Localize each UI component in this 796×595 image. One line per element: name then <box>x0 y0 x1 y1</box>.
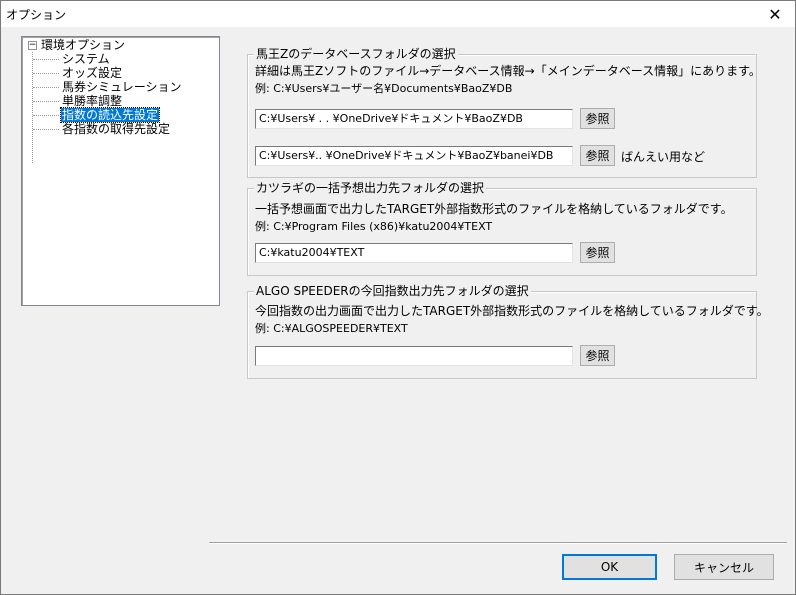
ok-button[interactable]: OK <box>562 554 657 580</box>
algo-browse-button[interactable]: 参照 <box>580 345 615 366</box>
tree-item-label: システム <box>62 52 110 66</box>
tree-item-label: オッズ設定 <box>62 66 123 80</box>
algo-path-field[interactable] <box>255 346 573 366</box>
algo-group-title: ALGO SPEEDERの今回指数出力先フォルダの選択 <box>254 284 531 298</box>
title-bar: オプション ✕ <box>1 1 795 27</box>
tree-item-label: 単勝率調整 <box>62 94 123 108</box>
window-title: オプション <box>6 8 67 22</box>
algo-description: 今回指数の出力画面で出力したTARGET外部指数形式のファイルを格納しているフォ… <box>255 304 769 318</box>
tree-item-simulation[interactable]: 馬券シミュレーション <box>33 80 183 94</box>
tree-item-label: 馬券シミュレーション <box>62 80 182 94</box>
katu-browse-button[interactable]: 参照 <box>580 242 615 263</box>
tree-root[interactable]: − 環境オプション <box>28 38 125 52</box>
baoz-banei-note: ばんえい用など <box>621 150 706 164</box>
algo-example: 例: C:¥ALGOSPEEDER¥TEXT <box>255 322 408 335</box>
tree-item-system[interactable]: システム <box>33 52 111 66</box>
katu-example: 例: C:¥Program Files (x86)¥katu2004¥TEXT <box>255 220 493 233</box>
footer-divider <box>209 542 787 544</box>
baoz-banei-path-field[interactable]: C:¥Users¥.. ¥OneDrive¥ドキュメント¥BaoZ¥banei¥… <box>255 146 573 166</box>
collapse-icon[interactable]: − <box>28 40 37 50</box>
baoz-description: 詳細は馬王Zソフトのファイル→データベース情報→「メインデータベース情報」にあり… <box>255 64 761 78</box>
tree-item-label: 各指数の取得先設定 <box>62 122 171 136</box>
options-dialog: オプション ✕ − 環境オプション システム オッズ設定 馬券シミュレーション … <box>0 0 796 595</box>
tree-item-odds[interactable]: オッズ設定 <box>33 66 123 80</box>
cancel-button[interactable]: キャンセル <box>674 554 774 580</box>
baoz-db-path-field[interactable]: C:¥Users¥ . . ¥OneDrive¥ドキュメント¥BaoZ¥DB <box>255 109 573 129</box>
baoz-browse-button[interactable]: 参照 <box>580 108 615 129</box>
baoz-example: 例: C:¥Users¥ユーザー名¥Documents¥BaoZ¥DB <box>255 82 513 95</box>
katu-path-field[interactable]: C:¥katu2004¥TEXT <box>255 243 573 263</box>
katu-group-title: カツラギの一括予想出力先フォルダの選択 <box>254 181 487 195</box>
tree-item-win-rate[interactable]: 単勝率調整 <box>33 94 123 108</box>
baoz-banei-browse-button[interactable]: 参照 <box>580 145 615 166</box>
tree-root-label: 環境オプション <box>41 38 126 52</box>
tree-item-label: 指数の読込先設定 <box>59 107 161 123</box>
baoz-group-title: 馬王Zのデータベースフォルダの選択 <box>254 47 458 61</box>
katu-description: 一括予想画面で出力したTARGET外部指数形式のファイルを格納しているフォルダで… <box>255 202 733 216</box>
tree-item-index-source[interactable]: 指数の読込先設定 <box>33 107 161 123</box>
close-icon[interactable]: ✕ <box>755 1 795 27</box>
tree-item-index-fetch[interactable]: 各指数の取得先設定 <box>33 122 171 136</box>
settings-tree[interactable]: − 環境オプション システム オッズ設定 馬券シミュレーション 単勝率調整 指数… <box>21 36 220 306</box>
